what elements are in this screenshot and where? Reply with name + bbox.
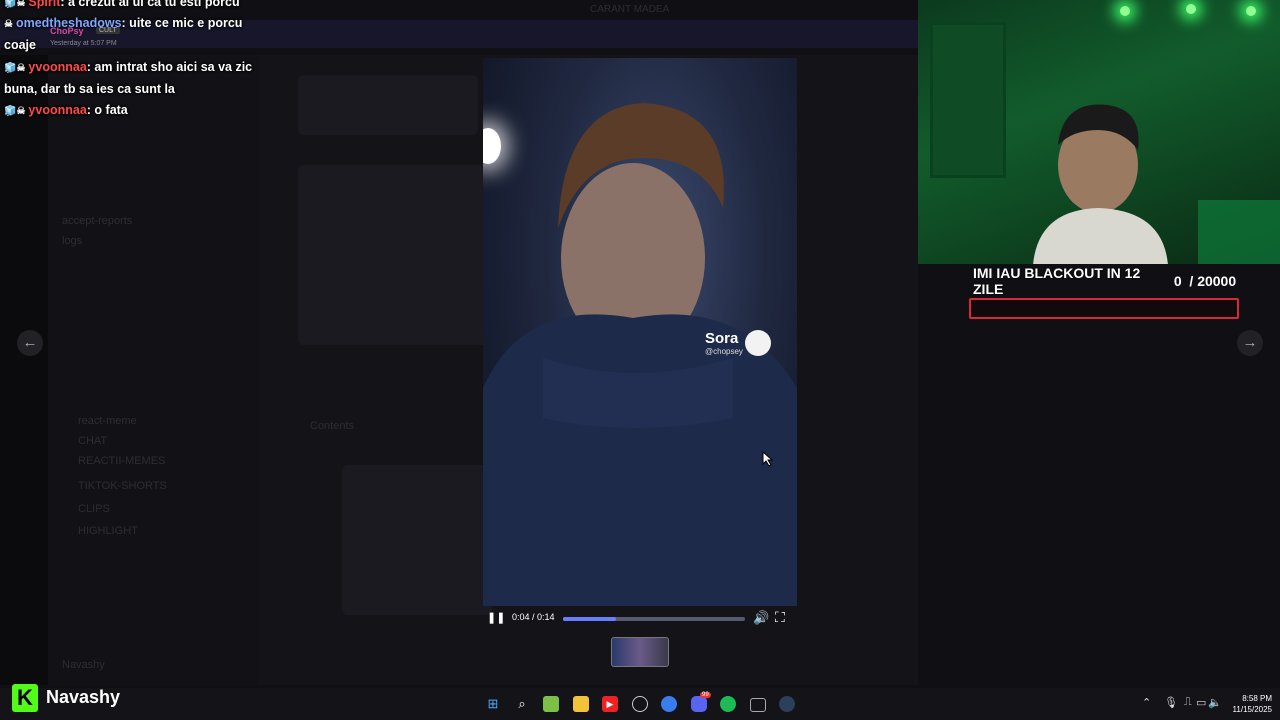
media-thumbnail[interactable] xyxy=(611,637,669,667)
channel-item[interactable]: TIKTOK-SHORTS xyxy=(78,480,167,492)
embedded-badge: CULT xyxy=(96,27,120,34)
video-controls: ❚❚ 0:04 / 0:14 🔊 ⛶ xyxy=(483,606,797,632)
green-tile xyxy=(1198,200,1280,264)
chat-username: Spirit xyxy=(28,0,61,9)
sora-watermark: Sora @chopsey xyxy=(705,330,785,360)
arrow-right-icon[interactable]: → xyxy=(1237,330,1263,356)
goal-current: 0 xyxy=(1173,273,1182,289)
goal-progress-bar xyxy=(969,298,1239,319)
chevron-up-icon[interactable]: ⌃ xyxy=(1142,696,1151,709)
chat-message: 🧊☠ yvoonnaa: o fata xyxy=(4,100,128,122)
chat-username: yvoonnaa xyxy=(28,103,87,117)
stream-chat-overlay: 🧊☠ Spirit: a crezut ai ui ca tu esti porc… xyxy=(0,0,290,130)
video-progress-fill xyxy=(563,617,616,621)
goal-count: 0 / 20000 xyxy=(1160,273,1250,289)
network-icon[interactable]: ▭ xyxy=(1196,696,1206,709)
chat-text: : o fata xyxy=(86,103,128,117)
ceiling-light xyxy=(1120,6,1130,16)
chatgpt-icon[interactable] xyxy=(632,696,648,712)
fullscreen-icon[interactable]: ⛶ xyxy=(775,609,785,626)
chrome-icon[interactable] xyxy=(661,696,677,712)
chat-message: ☠ omedtheshadows: uite ce mic e porcu coa… xyxy=(4,13,274,55)
mouse-cursor-icon xyxy=(762,451,774,467)
taskbar-clock[interactable]: 8:58 PM 11/15/2025 xyxy=(1222,693,1272,715)
channel-item[interactable]: REACTII-MEMES xyxy=(78,455,165,467)
channel-item[interactable]: CHAT xyxy=(78,435,107,447)
volume-icon[interactable]: 🔊 xyxy=(753,610,769,626)
channel-item[interactable]: accept-reports xyxy=(62,215,132,227)
attachment-label: Contents xyxy=(310,420,355,432)
image-attachment xyxy=(342,465,492,615)
app-icon[interactable] xyxy=(750,698,766,712)
video-time: 0:04 / 0:14 xyxy=(512,612,555,622)
sora-ghost-icon xyxy=(745,330,771,356)
sora-label: Sora xyxy=(705,330,739,347)
search-icon[interactable]: ⌕ xyxy=(514,696,530,712)
embedded-username: ChoPsy xyxy=(50,26,84,36)
streamer-silhouette xyxy=(1033,104,1168,264)
volume-icon[interactable]: 🔈 xyxy=(1208,696,1222,709)
chat-text: : a crezut ai ui ca tu esti porcu xyxy=(60,0,240,9)
youtube-icon[interactable]: ▶ xyxy=(602,696,618,712)
channel-item[interactable]: logs xyxy=(62,235,82,247)
sora-handle: @chopsey xyxy=(705,347,743,356)
discord-icon[interactable] xyxy=(691,696,707,712)
server-title: CARANT MADEA xyxy=(590,4,670,15)
windows-start-icon[interactable]: ⊞ xyxy=(485,696,501,712)
channel-item[interactable]: react-meme xyxy=(78,415,137,427)
video-attachment xyxy=(298,165,498,345)
streamer-name: Navashy xyxy=(46,687,121,707)
channel-list: accept-reports logs react-meme CHAT REAC… xyxy=(48,55,258,685)
chat-message: 🧊☠ yvoonnaa: am intrat sho aici sa va zic… xyxy=(4,57,279,99)
window-frame xyxy=(930,22,1006,178)
video-player[interactable]: Sora @chopsey xyxy=(483,58,797,606)
arrow-left-icon[interactable]: ← xyxy=(17,330,43,356)
chat-badges-icon: 🧊☠ xyxy=(4,0,26,9)
microphone-icon[interactable]: 🎙 xyxy=(1164,696,1178,709)
ceiling-light xyxy=(1186,4,1196,14)
channel-item[interactable]: HIGHLIGHT xyxy=(78,525,138,537)
server-sidebar xyxy=(0,55,48,685)
channel-item[interactable]: CLIPS xyxy=(78,503,110,515)
discord-notification-badge: 99 xyxy=(700,692,711,698)
kick-brand: K Navashy xyxy=(10,683,150,713)
clock-date: 11/15/2025 xyxy=(1232,705,1272,714)
steam-icon[interactable] xyxy=(779,696,795,712)
webcam-feed xyxy=(918,0,1280,264)
user-panel-name: Navashy xyxy=(62,659,105,671)
kick-logo: K xyxy=(12,684,38,712)
goal-target: / 20000 xyxy=(1189,273,1237,289)
chat-badges-icon: ☠ xyxy=(4,19,13,30)
usb-icon[interactable]: ⎍ xyxy=(1184,696,1192,709)
spotify-icon[interactable] xyxy=(720,696,736,712)
chat-username: yvoonnaa xyxy=(28,60,87,74)
chat-badges-icon: 🧊☠ xyxy=(4,106,26,117)
file-explorer-icon[interactable] xyxy=(573,696,589,712)
goal-title: IMI IAU BLACKOUT IN 12 ZILE xyxy=(973,265,1141,297)
image-attachment xyxy=(298,75,478,135)
clock-time: 8:58 PM xyxy=(1242,694,1272,703)
chat-badges-icon: 🧊☠ xyxy=(4,63,26,74)
ceiling-light xyxy=(1246,6,1256,16)
chat-message: 🧊☠ Spirit: a crezut ai ui ca tu esti porc… xyxy=(4,0,240,14)
pause-icon[interactable]: ❚❚ xyxy=(487,612,505,624)
embedded-timestamp: Yesterday at 5:07 PM xyxy=(50,40,117,47)
video-progress-bar[interactable] xyxy=(563,617,745,621)
notepad-icon[interactable] xyxy=(543,696,559,712)
